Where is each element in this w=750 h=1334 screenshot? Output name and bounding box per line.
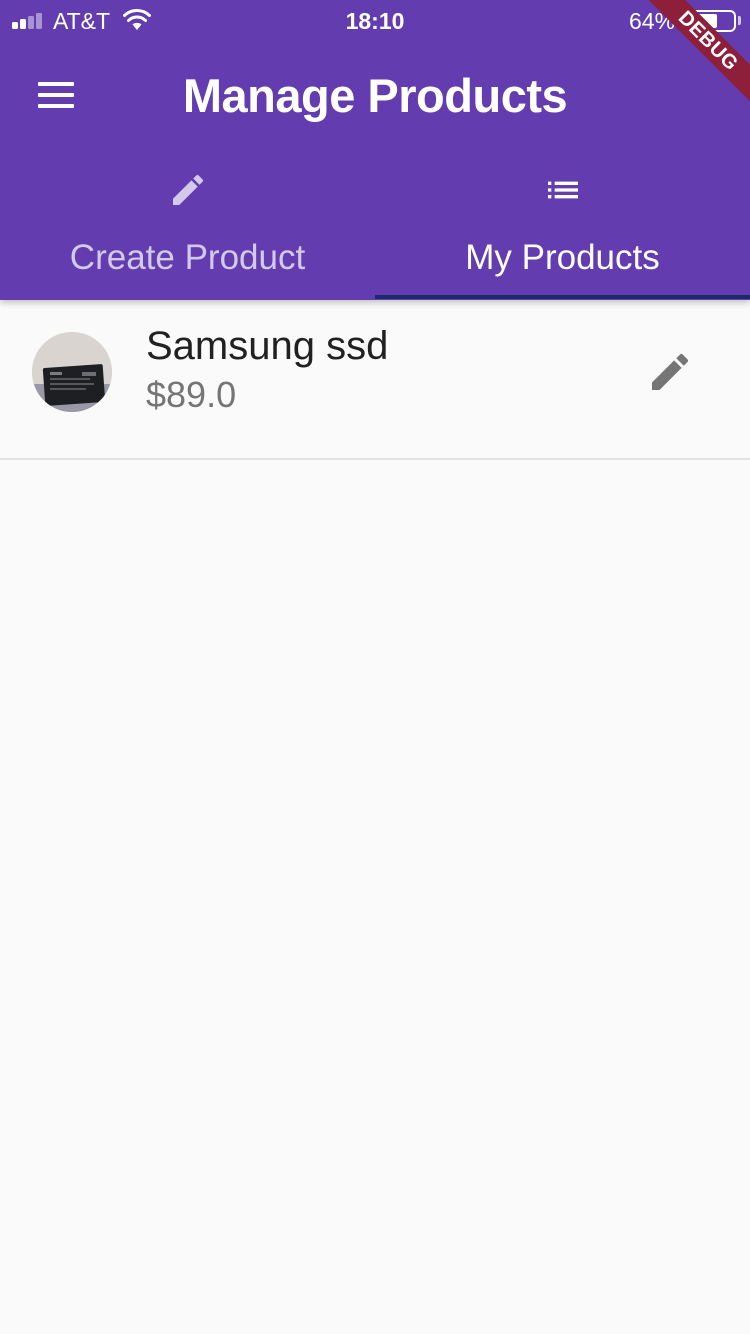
tab-my-products[interactable]: My Products	[375, 160, 750, 300]
edit-icon[interactable]	[646, 348, 694, 396]
product-price: $89.0	[146, 374, 237, 415]
product-name: Samsung ssd	[146, 324, 389, 368]
pencil-icon	[0, 170, 375, 210]
tab-indicator	[375, 295, 750, 299]
list-icon	[375, 170, 750, 210]
app-header: AT&T 18:10 64% Manage Products Create Pr…	[0, 0, 750, 300]
tab-create-product-label: Create Product	[69, 238, 306, 277]
tab-my-products-label: My Products	[465, 238, 660, 277]
page-title: Manage Products	[182, 69, 568, 122]
list-item[interactable]: Samsung ssd $89.0	[0, 300, 750, 460]
tab-create-product[interactable]: Create Product	[0, 160, 375, 300]
status-bar: AT&T 18:10 64%	[0, 0, 750, 40]
product-list: Samsung ssd $89.0	[0, 300, 750, 460]
battery-cap	[738, 16, 741, 25]
product-thumbnail	[32, 332, 112, 412]
screen: AT&T 18:10 64% Manage Products Create Pr…	[0, 0, 750, 1334]
